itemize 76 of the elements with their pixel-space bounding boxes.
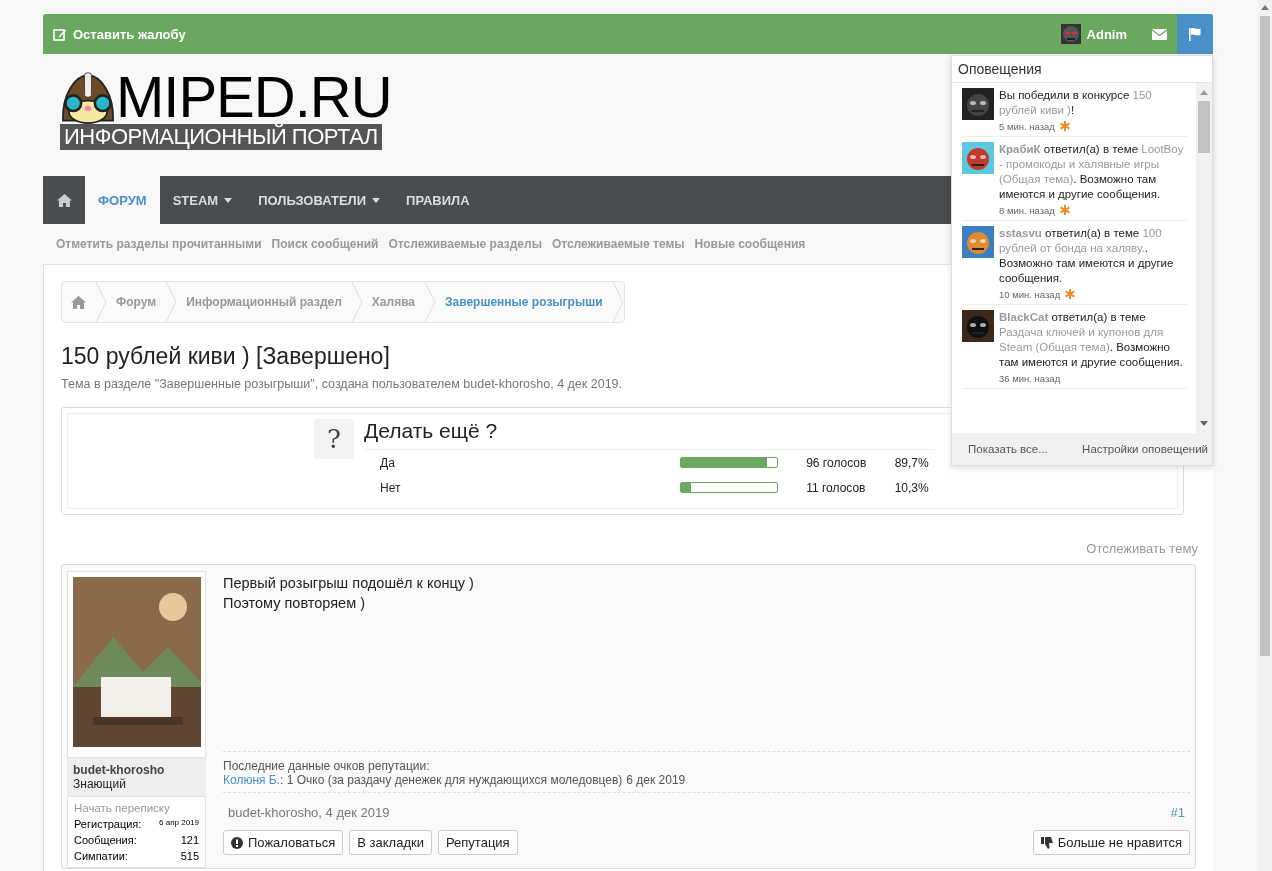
popup-scrollbar[interactable]	[1196, 83, 1212, 433]
notification-item[interactable]: КрабиК ответил(а) в теме LootBoy - промокоды и халявные игры (Общая тема). Возможно там имеются и другие сообщения. 8 мин. назад	[962, 137, 1188, 221]
popup-footer-link[interactable]: Показать все...	[968, 443, 1048, 455]
notification-text: Вы победили в конкурсе 150 рублей киви )!	[999, 88, 1153, 118]
breadcrumb-link[interactable]: Халява	[362, 295, 425, 309]
edit-icon	[53, 27, 67, 41]
stat-value: 515	[180, 850, 199, 862]
notification-time: 36 мин. назад	[999, 373, 1061, 384]
stat-label: Сообщения:	[74, 834, 137, 846]
logo-title: MIPED.RU	[116, 70, 392, 124]
site-logo[interactable]: MIPED.RU ИНФОРМАЦИОННЫЙ ПОРТАЛ	[60, 70, 410, 152]
post-author-date: budet-khorosho, 4 дек 2019	[228, 805, 390, 820]
page-scrollbar[interactable]	[1258, 0, 1272, 871]
start-conversation-link[interactable]: Начать переписку	[74, 802, 199, 814]
author-rank: Знающий	[73, 777, 127, 791]
envelope-icon	[1151, 28, 1167, 40]
nav-tab[interactable]: STEAM	[159, 176, 246, 224]
poll-option-label: Нет	[380, 480, 402, 495]
username-link[interactable]: Adnim	[1086, 26, 1127, 42]
dislike-button[interactable]: Больше не нравится	[1032, 830, 1190, 855]
vote-count: 96 голосов	[806, 455, 868, 470]
watch-thread-link[interactable]: Отслеживать тему	[1086, 541, 1198, 556]
home-icon	[56, 193, 72, 207]
subnav-link[interactable]: Отслеживаемые разделы	[388, 237, 542, 251]
post-text: Поэтому повторяем )	[223, 594, 366, 613]
notification-time: 10 мин. назад	[999, 289, 1061, 300]
question-icon: ?	[314, 419, 354, 459]
popup-footer-link[interactable]: Настройки оповещений	[1082, 443, 1208, 455]
notification-time: 5 мин. назад	[999, 121, 1055, 132]
nav-tab[interactable]: ПРАВИЛА	[393, 176, 483, 224]
alert-icon	[231, 836, 243, 849]
popup-title: Оповещения	[952, 56, 1212, 83]
vote-count: 11 голосов	[806, 480, 867, 495]
notification-item[interactable]: Вы победили в конкурсе 150 рублей киви )! 5 мин. назад	[962, 83, 1188, 137]
notification-text: BlackCat ответил(а) в теме Раздача ключей и купонов для Steam (Общая тема). Возможно там имеются и другие сообщения.	[999, 310, 1184, 370]
subnav-link[interactable]: Отслеживаемые темы	[551, 237, 685, 251]
poll-option-label: Да	[380, 455, 396, 470]
notification-time: 8 мин. назад	[999, 205, 1055, 216]
thread-title: 150 рублей киви ) [Завершено]	[61, 343, 390, 370]
thread-meta: Тема в разделе "Завершенные розыгрыши", создана пользователем budet-khorosho, 4 дек 2019.	[61, 377, 623, 391]
nav-tab[interactable]: ФОРУМ	[85, 176, 160, 224]
reputation-date: 6 дек 2019	[626, 773, 686, 787]
notifications-button[interactable]	[1177, 14, 1213, 54]
author-name[interactable]: budet-khorosho	[73, 763, 200, 777]
subnav-link[interactable]: Поиск сообщений	[271, 237, 379, 251]
post-action-button[interactable]: Пожаловаться	[223, 830, 344, 855]
stat-value: 6 апр 2019	[159, 818, 199, 829]
notification-item[interactable]: BlackCat ответил(а) в теме Раздача ключей и купонов для Steam (Общая тема). Возможно там имеются и другие сообщения. 36 мин. назад	[962, 305, 1188, 389]
logo-subtitle: ИНФОРМАЦИОННЫЙ ПОРТАЛ	[60, 124, 382, 150]
post-number-link[interactable]: #1	[1170, 805, 1185, 820]
reputation-text: : 1 Очко (за раздачу денежек для нуждающихся моледовцев)	[280, 773, 623, 787]
stat-value: 121	[180, 834, 199, 846]
breadcrumb-link[interactable]: Информационный раздел	[177, 295, 351, 309]
reputation-user-link[interactable]: Колюня Б.	[223, 773, 281, 787]
breadcrumb-link[interactable]: Завершенные розыгрыши	[436, 295, 612, 309]
home-icon	[71, 295, 86, 309]
breadcrumb-link[interactable]: Форум	[107, 295, 166, 309]
reputation-heading: Последние данные очков репутации:	[223, 759, 431, 773]
stat-label: Симпатии:	[74, 850, 128, 862]
nav-tab[interactable]: ПОЛЬЗОВАТЕЛИ	[245, 176, 394, 224]
post-action-button[interactable]: Репутация	[437, 830, 518, 855]
flag-icon	[1188, 27, 1202, 41]
post-action-button[interactable]: В закладки	[349, 830, 432, 855]
vote-percent: 89,7%	[894, 455, 930, 470]
notification-text: sstasvu ответил(а) в теме 100 рублей от бонда на халяву.. Возможно там имеются и другие сообщения.	[999, 226, 1175, 286]
stat-label: Регистрация:	[74, 818, 142, 830]
notification-item[interactable]: sstasvu ответил(а) в теме 100 рублей от бонда на халяву.. Возможно там имеются и другие сообщения. 10 мин. назад	[962, 221, 1188, 305]
subnav-link[interactable]: Новые сообщения	[694, 237, 806, 251]
post-text: Первый розыгрыш подошёл к концу )	[223, 574, 475, 593]
complaint-link[interactable]: Оставить жалобу	[43, 26, 196, 42]
poll-question: Делать ещё ?	[364, 419, 934, 450]
subnav-link[interactable]: Отметить разделы прочитанными	[56, 237, 262, 251]
vote-percent: 10,3%	[894, 480, 930, 495]
thumbs-down-icon	[1040, 836, 1053, 849]
mascot-icon	[60, 72, 116, 124]
notification-text: КрабиК ответил(а) в теме LootBoy - промокоды и халявные игры (Общая тема). Возможно там имеются и другие сообщения.	[999, 142, 1185, 202]
